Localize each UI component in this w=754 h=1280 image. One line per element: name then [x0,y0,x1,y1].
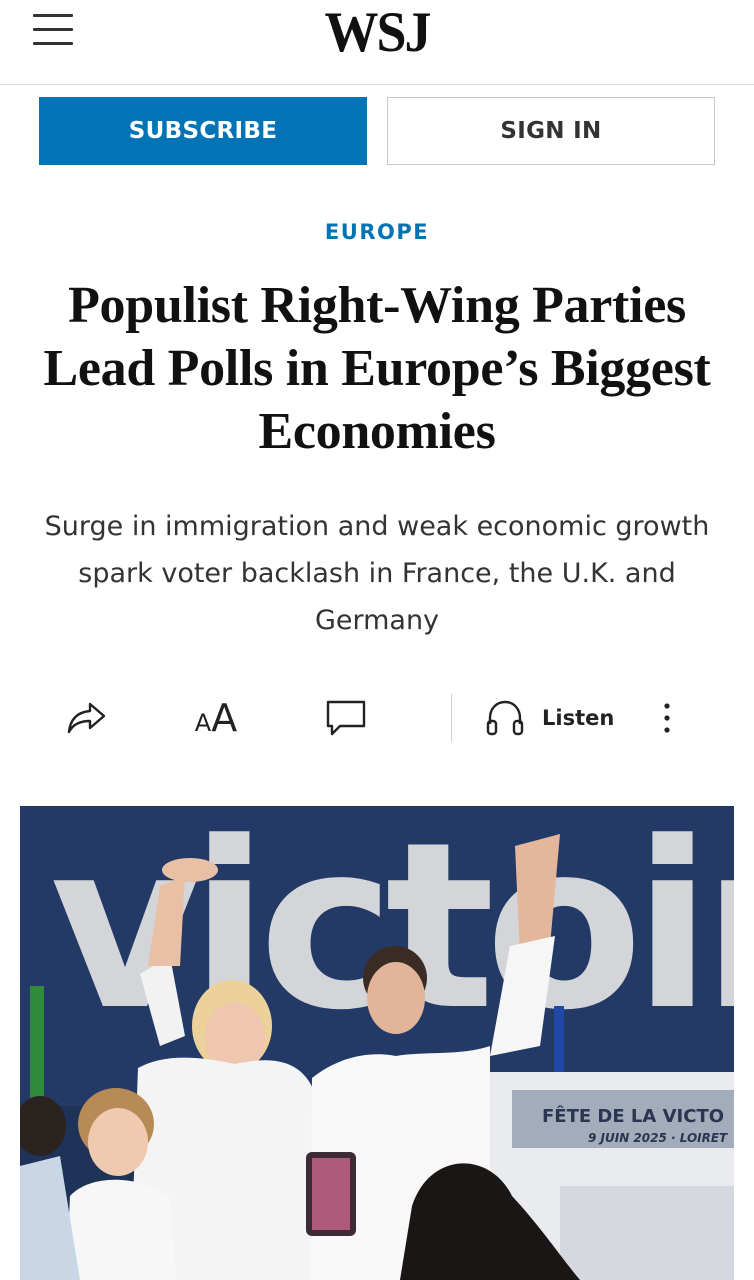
text-size-icon: AA [195,699,237,737]
text-size-large-a: A [211,696,238,740]
boy-shirt [66,1179,176,1280]
sign-in-button[interactable]: SIGN IN [387,97,715,165]
article-dek: Surge in immigration and weak economic g… [44,511,710,636]
listen-button[interactable]: Listen [484,690,624,746]
subscribe-button[interactable]: SUBSCRIBE [39,97,367,165]
wsj-logo[interactable]: WSJ [0,1,754,64]
share-arrow-icon [67,702,106,734]
more-options-button[interactable] [652,690,682,746]
section-label[interactable]: EUROPE [0,220,754,244]
boy-face [88,1108,148,1176]
share-button[interactable] [60,690,112,746]
article-toolbar: AA Listen [0,690,754,746]
headline: Populist Right-Wing Parties Lead Polls i… [43,277,711,460]
top-bar: WSJ [0,0,754,85]
comments-button[interactable] [320,690,372,746]
podium-text-line1: FÊTE DE LA VICTO [542,1105,724,1127]
hero-photo[interactable]: victoire FÊTE DE LA VICTO 9 JUIN 2025 · … [20,806,734,1280]
toolbar-divider [451,694,452,742]
more-vertical-icon [664,703,670,733]
man-face [367,962,425,1034]
listen-label: Listen [542,706,615,730]
podium-text-line2: 9 JUIN 2025 · LOIRET [588,1131,728,1145]
comment-bubble-icon [326,700,366,736]
woman-raised-hand [162,858,218,882]
text-size-small-a: A [194,709,212,737]
text-size-button[interactable]: AA [186,690,246,746]
rally-photo-illustration: victoire FÊTE DE LA VICTO 9 JUIN 2025 · … [20,806,734,1280]
headphones-icon [486,700,524,736]
